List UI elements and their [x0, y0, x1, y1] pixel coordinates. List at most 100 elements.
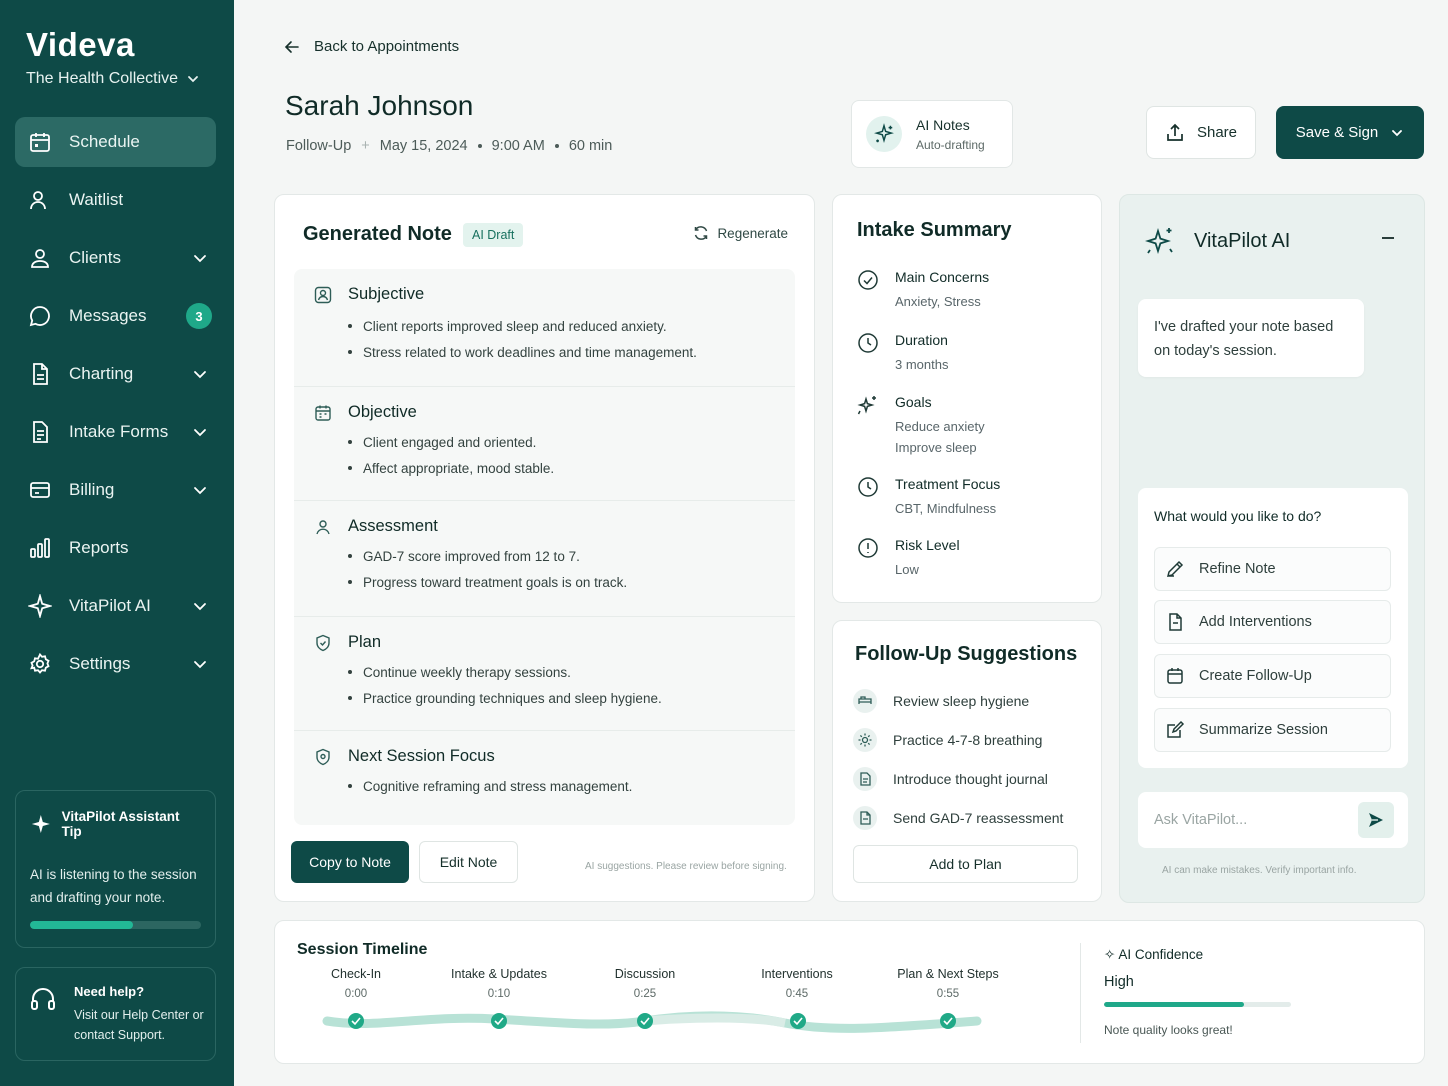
- check-node-icon: [637, 1013, 653, 1029]
- chevron-down-icon: [1392, 129, 1403, 136]
- help-text: Visit our Help Center or contact Support…: [74, 1008, 204, 1042]
- timeline-step[interactable]: Check-In 0:00: [286, 967, 426, 1000]
- ask-vitapilot-input[interactable]: [1154, 806, 1344, 834]
- suggestion-label: Send GAD-7 reassessment: [893, 810, 1064, 826]
- nav-item-vitapilot[interactable]: VitaPilot AI: [15, 581, 216, 631]
- copy-to-note-button[interactable]: Copy to Note: [291, 841, 409, 883]
- ai-draft-badge: AI Draft: [463, 223, 524, 247]
- nav-label: Intake Forms: [69, 422, 169, 441]
- tip-progress-fill: [30, 921, 133, 929]
- intake-label: Main Concerns: [895, 269, 990, 285]
- follow-up-suggestions-card: Follow-Up Suggestions Review sleep hygie…: [832, 620, 1102, 902]
- intake-value: 3 months: [895, 357, 949, 372]
- intake-summary-card: Intake Summary Main Concerns Anxiety, Str…: [832, 194, 1102, 603]
- intake-label: Goals: [895, 394, 932, 410]
- nav-item-reports[interactable]: Reports: [15, 523, 216, 573]
- pilot-title: VitaPilot AI: [1194, 229, 1291, 252]
- assistant-tip-card: VitaPilot Assistant Tip AI is listening …: [15, 790, 216, 948]
- nav-item-schedule[interactable]: Schedule: [15, 117, 216, 167]
- ai-confidence-title: ✧ AI Confidence: [1104, 947, 1204, 962]
- back-label: Back to Appointments: [314, 38, 460, 55]
- check-node-icon: [348, 1013, 364, 1029]
- nav-item-billing[interactable]: Billing: [15, 465, 216, 515]
- calendar-icon: [315, 405, 331, 421]
- actions-prompt: What would you like to do?: [1154, 508, 1322, 524]
- share-button[interactable]: Share: [1146, 106, 1256, 159]
- nav-label: Waitlist: [69, 190, 124, 209]
- ai-notes-status[interactable]: AI Notes Auto-drafting: [851, 100, 1013, 168]
- intake-item-main-concerns: Main Concerns Anxiety, Stress: [857, 269, 989, 312]
- chat-icon: [27, 303, 53, 329]
- nav-item-settings[interactable]: Settings: [15, 639, 216, 689]
- person-icon: [314, 286, 332, 303]
- timeline-step[interactable]: Intake & Updates 0:10: [429, 967, 569, 1000]
- ai-notes-title: AI Notes: [916, 116, 970, 133]
- help-card[interactable]: Need help? Visit our Help Center or cont…: [15, 967, 216, 1061]
- nav-item-intake-forms[interactable]: Intake Forms: [15, 407, 216, 457]
- calendar-icon: [27, 129, 53, 155]
- section-next-session-focus: Next Session Focus Cognitive reframing a…: [294, 731, 795, 825]
- intake-item-duration: Duration 3 months: [857, 332, 948, 375]
- form-icon: [27, 419, 53, 445]
- dot-separator: [554, 144, 559, 148]
- refresh-icon: [695, 226, 708, 240]
- send-button[interactable]: [1358, 802, 1394, 838]
- help-title: Need help?: [74, 984, 145, 999]
- summarize-session-button[interactable]: Summarize Session: [1154, 708, 1391, 752]
- edit-note-button[interactable]: Edit Note: [419, 841, 518, 883]
- section-title: Next Session Focus: [348, 747, 495, 765]
- chevron-down-icon: [194, 255, 206, 263]
- section-bullet: Cognitive reframing and stress managemen…: [348, 773, 632, 799]
- tip-text: AI is listening to the session and draft…: [30, 867, 197, 905]
- tip-title: VitaPilot Assistant Tip: [61, 809, 180, 839]
- timeline-track: [322, 1011, 982, 1033]
- timeline-step[interactable]: Plan & Next Steps 0:55: [878, 967, 1018, 1000]
- add-to-plan-button[interactable]: Add to Plan: [853, 845, 1078, 883]
- ai-sparkle-icon: [866, 116, 902, 152]
- nav-item-clients[interactable]: Clients: [15, 233, 216, 283]
- arrow-left-icon: [284, 40, 299, 53]
- ask-box: [1138, 792, 1408, 848]
- note-title: Generated Note: [303, 223, 452, 245]
- step-label: Intake & Updates: [451, 967, 547, 981]
- section-bullet: Client engaged and oriented.: [348, 429, 554, 455]
- sidebar: Videva The Health Collective Schedule Wa…: [0, 0, 234, 1086]
- save-and-sign-button[interactable]: Save & Sign: [1276, 106, 1424, 159]
- appointment-duration: 60 min: [568, 138, 613, 154]
- person-icon: [316, 519, 330, 534]
- timeline-step[interactable]: Interventions 0:45: [727, 967, 867, 1000]
- check-node-icon: [491, 1013, 507, 1029]
- suggestion-item[interactable]: Introduce thought journal: [853, 767, 1048, 791]
- nav-item-waitlist[interactable]: Waitlist: [15, 175, 216, 225]
- client-name: Sarah Johnson: [285, 90, 474, 121]
- section-plan: Plan Continue weekly therapy sessions. P…: [294, 617, 795, 731]
- intake-value: CBT, Mindfulness: [895, 501, 997, 516]
- back-to-appointments-link[interactable]: Back to Appointments: [284, 38, 459, 55]
- nav-item-messages[interactable]: Messages 3: [15, 291, 216, 341]
- note-body: Subjective Client reports improved sleep…: [294, 269, 795, 825]
- step-time: 0:55: [936, 988, 960, 1000]
- suggestion-item[interactable]: Send GAD-7 reassessment: [853, 806, 1063, 830]
- vitapilot-panel: VitaPilot AI I've drafted your note base…: [1119, 194, 1425, 903]
- generated-note-card: Generated Note AI Draft Regenerate Subje…: [274, 194, 815, 902]
- section-bullet: Practice grounding techniques and sleep …: [348, 685, 662, 711]
- intake-value: Reduce anxiety Improve sleep: [895, 419, 985, 455]
- nav-item-charting[interactable]: Charting: [15, 349, 216, 399]
- journal-icon: [853, 767, 877, 791]
- section-subjective: Subjective Client reports improved sleep…: [294, 269, 795, 387]
- refine-note-button[interactable]: Refine Note: [1154, 547, 1391, 591]
- create-follow-up-button[interactable]: Create Follow-Up: [1154, 654, 1391, 698]
- timeline-step[interactable]: Discussion 0:25: [575, 967, 715, 1000]
- session-timeline-card: Session Timeline Check-In 0:00 Intake & U…: [274, 920, 1425, 1064]
- regenerate-button[interactable]: Regenerate: [693, 225, 788, 241]
- sparkle-icon: [857, 396, 876, 415]
- timeline-title: Session Timeline: [297, 941, 428, 958]
- suggestion-item[interactable]: Practice 4-7-8 breathing: [853, 728, 1042, 752]
- add-interventions-button[interactable]: Add Interventions: [1154, 600, 1391, 644]
- confidence-bar: [1104, 1002, 1291, 1007]
- minimize-button[interactable]: [1382, 237, 1394, 239]
- suggestion-item[interactable]: Review sleep hygiene: [853, 689, 1029, 713]
- org-switcher[interactable]: The Health Collective: [26, 70, 200, 88]
- sun-icon: [853, 728, 877, 752]
- main-nav: Schedule Waitlist Clients Messages 3 Cha…: [15, 117, 216, 697]
